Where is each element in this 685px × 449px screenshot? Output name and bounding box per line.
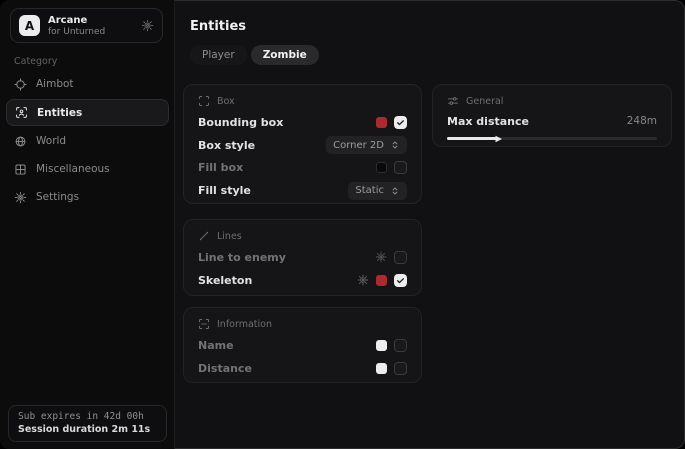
general-section-header: General xyxy=(433,85,671,111)
sidebar-item-aimbot[interactable]: Aimbot xyxy=(14,72,74,96)
setting-label: Fill style xyxy=(198,184,251,197)
max-distance-value: 248m xyxy=(627,115,657,127)
sidebar-item-label: Settings xyxy=(36,191,79,203)
setting-row-distance: Distance xyxy=(184,357,421,380)
tab-zombie[interactable]: Zombie xyxy=(251,45,319,65)
arcane-window: A Arcane for Unturned Category Aimbot xyxy=(0,0,685,449)
scan-info-icon xyxy=(198,318,210,330)
setting-row-bounding-box: Bounding box xyxy=(184,111,421,134)
setting-label: Max distance xyxy=(447,115,529,128)
box-select-icon xyxy=(198,95,210,107)
color-swatch[interactable] xyxy=(376,162,387,173)
subscription-info: Sub expires in 42d 00h Session duration … xyxy=(8,405,167,442)
check-icon xyxy=(396,276,405,285)
globe-icon xyxy=(14,135,27,148)
color-swatch[interactable] xyxy=(376,340,387,351)
information-section-header: Information xyxy=(184,308,421,334)
app-header: A Arcane for Unturned xyxy=(10,8,163,43)
box-section-header: Box xyxy=(184,85,421,111)
lines-section-header: Lines xyxy=(184,220,421,246)
slider-thumb-arrow-icon[interactable] xyxy=(495,135,503,143)
section-title: Box xyxy=(217,96,235,107)
setting-row-line-to-enemy: Line to enemy xyxy=(184,246,421,269)
check-icon xyxy=(396,118,405,127)
sidebar-item-label: Aimbot xyxy=(36,78,74,90)
dropdown-value: Static xyxy=(355,185,384,196)
checkbox[interactable] xyxy=(394,339,407,352)
page-title: Entities xyxy=(190,19,246,34)
row-settings-gear-icon[interactable] xyxy=(375,251,387,263)
chevrons-up-down-icon xyxy=(390,186,400,196)
app-subtitle: for Unturned xyxy=(48,27,105,37)
setting-row-fill-box: Fill box xyxy=(184,157,421,180)
general-section: General Max distance 248m xyxy=(432,84,672,147)
section-title: Information xyxy=(217,319,272,330)
setting-label: Bounding box xyxy=(198,116,283,129)
color-swatch[interactable] xyxy=(376,363,387,374)
sidebar-item-label: Entities xyxy=(37,107,82,119)
setting-row-max-distance: Max distance 248m xyxy=(433,113,671,129)
sidebar: A Arcane for Unturned Category Aimbot xyxy=(0,0,175,449)
section-title: Lines xyxy=(217,231,242,242)
checkbox[interactable] xyxy=(394,362,407,375)
setting-label: Distance xyxy=(198,362,252,375)
color-swatch[interactable] xyxy=(376,117,387,128)
crosshair-icon xyxy=(14,78,27,91)
gear-icon[interactable] xyxy=(141,19,154,32)
setting-row-box-style: Box style Corner 2D xyxy=(184,134,421,157)
entity-scan-icon xyxy=(15,106,28,119)
setting-label: Fill box xyxy=(198,161,243,174)
setting-row-fill-style: Fill style Static xyxy=(184,179,421,202)
information-section: Information Name Distance xyxy=(183,307,422,383)
sidebar-item-miscellaneous[interactable]: Miscellaneous xyxy=(14,157,110,181)
setting-label: Line to enemy xyxy=(198,251,286,264)
dropdown-box-style[interactable]: Corner 2D xyxy=(326,136,407,154)
box-section: Box Bounding box Box style Corner 2D xyxy=(183,84,422,204)
app-title: Arcane xyxy=(48,15,105,26)
gear-icon xyxy=(14,191,27,204)
checkbox[interactable] xyxy=(394,116,407,129)
tab-bar: Player Zombie xyxy=(190,45,319,65)
lines-section: Lines Line to enemy Skeleton xyxy=(183,219,422,296)
setting-row-name: Name xyxy=(184,334,421,357)
section-title: General xyxy=(466,96,503,107)
sidebar-item-label: Miscellaneous xyxy=(36,163,110,175)
grid-icon xyxy=(14,163,27,176)
session-duration-text: Session duration 2m 11s xyxy=(18,424,157,435)
max-distance-slider[interactable] xyxy=(447,137,657,140)
setting-label: Skeleton xyxy=(198,274,252,287)
line-icon xyxy=(198,230,210,242)
setting-label: Box style xyxy=(198,139,255,152)
slider-fill xyxy=(447,137,497,140)
sidebar-item-label: World xyxy=(36,135,66,147)
color-swatch[interactable] xyxy=(376,275,387,286)
setting-row-skeleton: Skeleton xyxy=(184,269,421,292)
dropdown-value: Corner 2D xyxy=(333,140,384,151)
setting-label: Name xyxy=(198,339,234,352)
app-logo: A xyxy=(19,15,40,36)
sliders-icon xyxy=(447,95,459,107)
checkbox[interactable] xyxy=(394,251,407,264)
app-title-block: Arcane for Unturned xyxy=(48,15,105,37)
sidebar-item-settings[interactable]: Settings xyxy=(14,185,79,209)
tab-player[interactable]: Player xyxy=(190,45,247,65)
sub-expiry-text: Sub expires in 42d 00h xyxy=(18,411,157,422)
chevrons-up-down-icon xyxy=(390,140,400,150)
sidebar-item-world[interactable]: World xyxy=(14,129,66,153)
checkbox[interactable] xyxy=(394,274,407,287)
row-settings-gear-icon[interactable] xyxy=(357,274,369,286)
checkbox[interactable] xyxy=(394,161,407,174)
sidebar-item-entities[interactable]: Entities xyxy=(6,99,169,126)
category-label: Category xyxy=(14,56,57,67)
dropdown-fill-style[interactable]: Static xyxy=(348,182,407,200)
